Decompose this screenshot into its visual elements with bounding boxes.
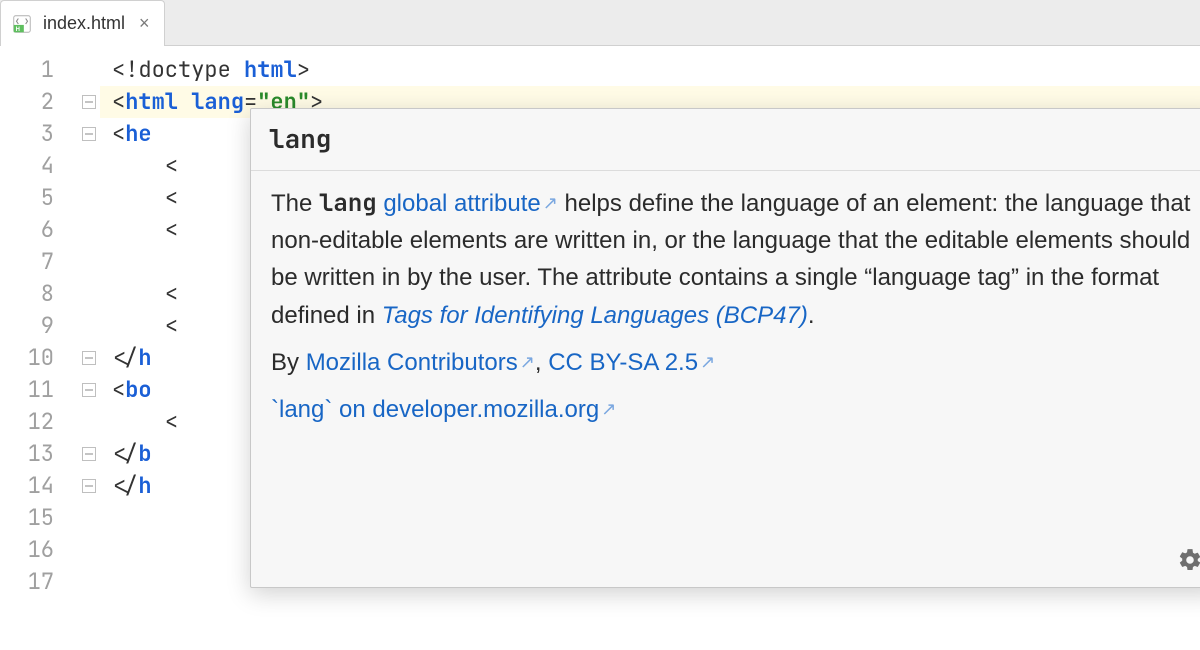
tab-bar: H index.html × (0, 0, 1200, 46)
line-number: 6 (0, 214, 78, 246)
fold-toggle-icon[interactable] (82, 95, 96, 109)
doc-text: The (271, 190, 319, 217)
doc-title: lang (269, 121, 331, 156)
line-number: 15 (0, 502, 78, 534)
fold-toggle-icon[interactable] (82, 127, 96, 141)
doc-popup-body: The lang global attribute↗ helps define … (251, 171, 1200, 587)
line-number: 17 (0, 566, 78, 598)
line-number: 11 (0, 374, 78, 406)
external-link-icon: ↗ (601, 399, 616, 419)
line-number: 4 (0, 150, 78, 182)
doc-text: , (535, 349, 548, 376)
doc-link-global-attribute[interactable]: global attribute↗ (383, 190, 558, 217)
code-line: <!doctype html> (100, 54, 1200, 86)
doc-link-mdn[interactable]: `lang` on developer.mozilla.org↗ (271, 396, 616, 423)
line-number: 3 (0, 118, 78, 150)
line-number: 10 (0, 342, 78, 374)
line-number: 9 (0, 310, 78, 342)
doc-popup-header: lang (251, 109, 1200, 171)
fold-toggle-icon[interactable] (82, 383, 96, 397)
quick-documentation-popup[interactable]: lang The lang global attribute↗ helps de… (250, 108, 1200, 588)
line-number-gutter: 1 2 3 4 5 6 7 8 9 10 11 12 13 14 15 16 1… (0, 46, 78, 650)
html-file-icon: H (11, 13, 33, 35)
doc-text: By (271, 349, 306, 376)
external-link-icon: ↗ (700, 352, 715, 372)
doc-link-license[interactable]: CC BY-SA 2.5↗ (548, 349, 715, 376)
svg-text:H: H (16, 26, 20, 32)
external-link-icon: ↗ (543, 193, 558, 213)
doc-code: lang (319, 188, 377, 219)
code-editor[interactable]: 1 2 3 4 5 6 7 8 9 10 11 12 13 14 15 16 1… (0, 46, 1200, 650)
doc-text: . (808, 302, 815, 329)
doc-link-bcp47[interactable]: Tags for Identifying Languages (BCP47) (382, 302, 808, 329)
tab-filename: index.html (43, 13, 125, 34)
fold-gutter (78, 46, 100, 650)
line-number: 16 (0, 534, 78, 566)
line-number: 14 (0, 470, 78, 502)
gear-icon[interactable] (1177, 547, 1200, 573)
line-number: 13 (0, 438, 78, 470)
line-number: 7 (0, 246, 78, 278)
external-link-icon: ↗ (520, 352, 535, 372)
fold-toggle-icon[interactable] (82, 447, 96, 461)
line-number: 8 (0, 278, 78, 310)
line-number: 2 (0, 86, 78, 118)
line-number: 1 (0, 54, 78, 86)
line-number: 5 (0, 182, 78, 214)
close-tab-icon[interactable]: × (135, 13, 150, 34)
code-content[interactable]: <!doctype html> <html lang="en"> <he < <… (100, 46, 1200, 650)
fold-toggle-icon[interactable] (82, 351, 96, 365)
doc-link-author[interactable]: Mozilla Contributors↗ (306, 349, 535, 376)
line-number: 12 (0, 406, 78, 438)
fold-toggle-icon[interactable] (82, 479, 96, 493)
editor-tab[interactable]: H index.html × (0, 0, 165, 46)
